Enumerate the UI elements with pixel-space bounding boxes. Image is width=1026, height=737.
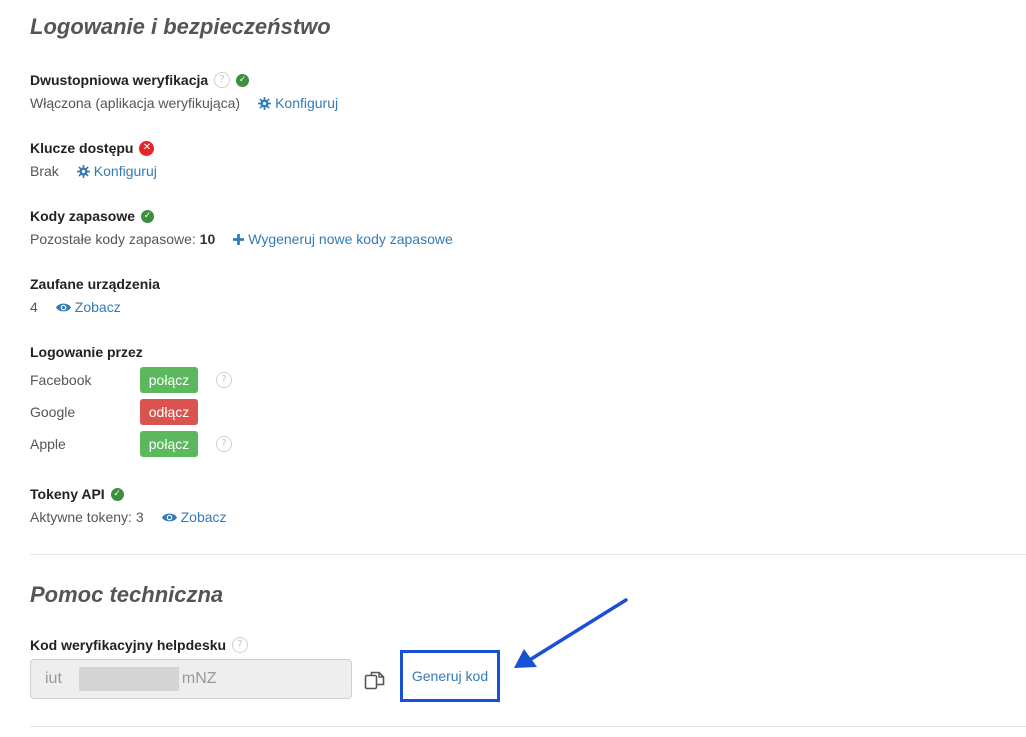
- passkeys-configure-link[interactable]: Konfiguruj: [76, 163, 157, 179]
- check-circle-icon: ✓: [141, 209, 155, 223]
- provider-row-google: Google odłącz: [30, 396, 232, 428]
- provider-row-facebook: Facebook połącz ?: [30, 364, 232, 396]
- code-suffix: mNZ: [181, 670, 217, 687]
- google-disconnect-button[interactable]: odłącz: [140, 399, 198, 425]
- helpdesk-code-section: Kod weryfikacyjny helpdesku ?: [30, 635, 249, 655]
- view-label: Zobacz: [180, 509, 227, 525]
- two-factor-configure-link[interactable]: Konfiguruj: [258, 95, 338, 111]
- plus-icon: [233, 233, 245, 245]
- api-tokens-label: Aktywne tokeny: 3: [30, 509, 144, 525]
- help-icon[interactable]: ?: [232, 637, 249, 653]
- configure-label: Konfiguruj: [93, 163, 157, 179]
- backup-codes-count: 10: [199, 231, 216, 247]
- configure-label: Konfiguruj: [275, 95, 339, 111]
- passkeys-title: Klucze dostępu: [30, 140, 134, 156]
- gear-icon: [76, 164, 90, 178]
- backup-codes-label: Pozostałe kody zapasowe:: [30, 231, 196, 247]
- two-factor-title: Dwustopniowa weryfikacja: [30, 72, 209, 88]
- api-tokens-title: Tokeny API: [30, 486, 105, 502]
- view-label: Zobacz: [74, 299, 121, 315]
- trusted-devices-view-link[interactable]: Zobacz: [55, 299, 121, 315]
- api-tokens-section: Tokeny API ✓ Aktywne tokeny: 3 Zobacz: [30, 484, 227, 528]
- check-circle-icon: ✓: [236, 73, 250, 87]
- provider-name: Google: [30, 404, 76, 420]
- passkeys-status: Brak: [30, 163, 59, 179]
- section-divider: [30, 554, 1026, 555]
- x-circle-icon: ✕: [139, 140, 155, 156]
- social-login-title: Logowanie przez: [30, 344, 143, 360]
- regenerate-codes-link[interactable]: Wygeneruj nowe kody zapasowe: [233, 231, 453, 247]
- social-login-section: Logowanie przez Facebook połącz ? Google…: [30, 342, 232, 460]
- helpdesk-code-title: Kod weryfikacyjny helpdesku: [30, 637, 227, 653]
- help-icon[interactable]: ?: [216, 372, 232, 388]
- help-icon[interactable]: ?: [214, 72, 231, 88]
- check-circle-icon: ✓: [110, 487, 124, 501]
- api-tokens-view-link[interactable]: Zobacz: [161, 509, 227, 525]
- eye-icon: [55, 303, 71, 311]
- facebook-connect-button[interactable]: połącz: [140, 367, 198, 393]
- login-security-heading: Logowanie i bezpieczeństwo: [30, 14, 331, 39]
- generate-code-highlight: Generuj kod: [400, 650, 500, 702]
- two-factor-section: Dwustopniowa weryfikacja ? ✓ Włączona (a…: [30, 70, 338, 114]
- passkeys-section: Klucze dostępu ✕ Brak Konfiguruj: [30, 138, 157, 182]
- backup-codes-section: Kody zapasowe ✓ Pozostałe kody zapasowe:…: [30, 206, 453, 250]
- gear-icon: [258, 96, 272, 110]
- section-divider: [30, 726, 1026, 727]
- trusted-devices-title: Zaufane urządzenia: [30, 276, 160, 292]
- help-icon[interactable]: ?: [216, 436, 232, 452]
- backup-codes-title: Kody zapasowe: [30, 208, 136, 224]
- regenerate-label: Wygeneruj nowe kody zapasowe: [248, 231, 453, 247]
- apple-connect-button[interactable]: połącz: [140, 431, 198, 457]
- annotation-arrow: [514, 598, 628, 668]
- support-heading: Pomoc techniczna: [30, 582, 224, 607]
- provider-row-apple: Apple połącz ?: [30, 428, 232, 460]
- generate-code-link[interactable]: Generuj kod: [412, 668, 488, 684]
- eye-icon: [161, 513, 177, 521]
- trusted-devices-count: 4: [30, 299, 38, 315]
- redaction-block: [79, 667, 179, 691]
- provider-name: Apple: [30, 436, 66, 452]
- trusted-devices-section: Zaufane urządzenia 4 Zobacz: [30, 274, 160, 318]
- copy-icon[interactable]: [364, 670, 386, 690]
- provider-name: Facebook: [30, 372, 92, 388]
- code-prefix: iut: [45, 670, 62, 687]
- helpdesk-code-input[interactable]: iut mNZ: [30, 659, 352, 699]
- two-factor-status: Włączona (aplikacja weryfikująca): [30, 95, 241, 111]
